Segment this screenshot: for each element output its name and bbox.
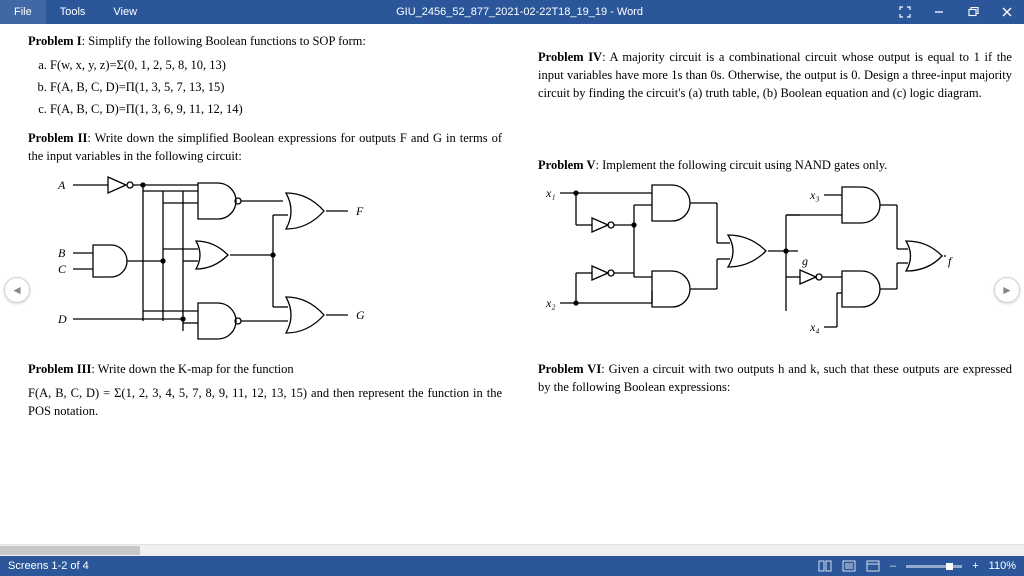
minimize-icon[interactable] [922, 0, 956, 24]
left-column: Problem I: Simplify the following Boolea… [28, 32, 502, 426]
circuit-label-x2: x₂ [545, 296, 556, 310]
problem-3-text2: F(A, B, C, D) = Σ(1, 2, 3, 4, 5, 7, 8, 9… [28, 384, 502, 420]
circuit-label-g: g [802, 254, 808, 268]
window-controls [888, 0, 1024, 24]
problem-4-heading: Problem IV: A majority circuit is a comb… [538, 48, 1012, 102]
view-read-mode-icon[interactable] [842, 560, 856, 572]
status-screens[interactable]: Screens 1-2 of 4 [8, 560, 818, 572]
circuit-label-x4: x₄ [809, 320, 820, 334]
page-content: Problem I: Simplify the following Boolea… [28, 32, 1012, 556]
prev-page-button[interactable]: ◄ [4, 277, 30, 303]
problem-1-list: F(w, x, y, z)=Σ(0, 1, 2, 5, 8, 10, 13) F… [50, 56, 502, 118]
status-bar: Screens 1-2 of 4 – + 110% [0, 556, 1024, 576]
status-right-group: – + 110% [818, 560, 1016, 572]
right-column: Problem IV: A majority circuit is a comb… [538, 32, 1012, 426]
title-bar: File Tools View GIU_2456_52_877_2021-02-… [0, 0, 1024, 24]
fullscreen-icon[interactable] [888, 0, 922, 24]
zoom-value[interactable]: 110% [989, 560, 1016, 572]
problem-4-text: : A majority circuit is a combinational … [538, 50, 1012, 100]
circuit-label-B: B [58, 246, 66, 260]
view-print-layout-icon[interactable] [818, 560, 832, 572]
zoom-plus[interactable]: + [972, 560, 978, 572]
problem-5-label: Problem V [538, 158, 596, 172]
menu-tools[interactable]: Tools [46, 0, 100, 24]
circuit-label-F: F [355, 204, 364, 218]
problem-5-text: : Implement the following circuit using … [596, 158, 888, 172]
problem-3-label: Problem III [28, 362, 91, 376]
scrollbar-thumb[interactable] [0, 546, 140, 555]
maximize-icon[interactable] [956, 0, 990, 24]
menu-file[interactable]: File [0, 0, 46, 24]
problem-6-text: : Given a circuit with two outputs h and… [538, 362, 1012, 394]
menu-view[interactable]: View [99, 0, 151, 24]
problem-2-text: : Write down the simplified Boolean expr… [28, 131, 502, 163]
problem-2-label: Problem II [28, 131, 87, 145]
problem-1-label: Problem I [28, 34, 82, 48]
circuit-label-G: G [356, 308, 365, 322]
horizontal-scrollbar[interactable] [0, 544, 1024, 556]
list-item: F(A, B, C, D)=Π(1, 3, 6, 9, 11, 12, 14) [50, 100, 502, 118]
problem-5-heading: Problem V: Implement the following circu… [538, 156, 1012, 174]
document-title: GIU_2456_52_877_2021-02-22T18_19_19 - Wo… [151, 0, 888, 24]
problem-3-text1: : Write down the K-map for the function [91, 362, 293, 376]
circuit-label-x1: x₁ [545, 186, 556, 200]
circuit-label-D: D [57, 312, 67, 326]
main-menu: File Tools View [0, 0, 151, 24]
problem-1-heading: Problem I: Simplify the following Boolea… [28, 32, 502, 50]
circuit-label-C: C [58, 262, 67, 276]
document-area[interactable]: ◄ ► Problem I: Simplify the following Bo… [0, 24, 1024, 556]
problem-5-circuit: x₁ x₂ x₃ x₄ g f [542, 181, 1012, 346]
list-item: F(A, B, C, D)=Π(1, 3, 5, 7, 13, 15) [50, 78, 502, 96]
problem-2-heading: Problem II: Write down the simplified Bo… [28, 129, 502, 165]
problem-2-circuit: A B C D [48, 171, 502, 346]
problem-3-heading: Problem III: Write down the K-map for th… [28, 360, 502, 378]
view-web-layout-icon[interactable] [866, 560, 880, 572]
problem-6-label: Problem VI [538, 362, 601, 376]
problem-6-heading: Problem VI: Given a circuit with two out… [538, 360, 1012, 396]
zoom-slider[interactable] [906, 565, 962, 568]
problem-4-label: Problem IV [538, 50, 602, 64]
circuit-label-A: A [57, 178, 66, 192]
circuit-label-x3: x₃ [809, 188, 820, 202]
problem-1-text: : Simplify the following Boolean functio… [82, 34, 366, 48]
list-item: F(w, x, y, z)=Σ(0, 1, 2, 5, 8, 10, 13) [50, 56, 502, 74]
circuit-label-f: f [948, 254, 953, 268]
close-icon[interactable] [990, 0, 1024, 24]
